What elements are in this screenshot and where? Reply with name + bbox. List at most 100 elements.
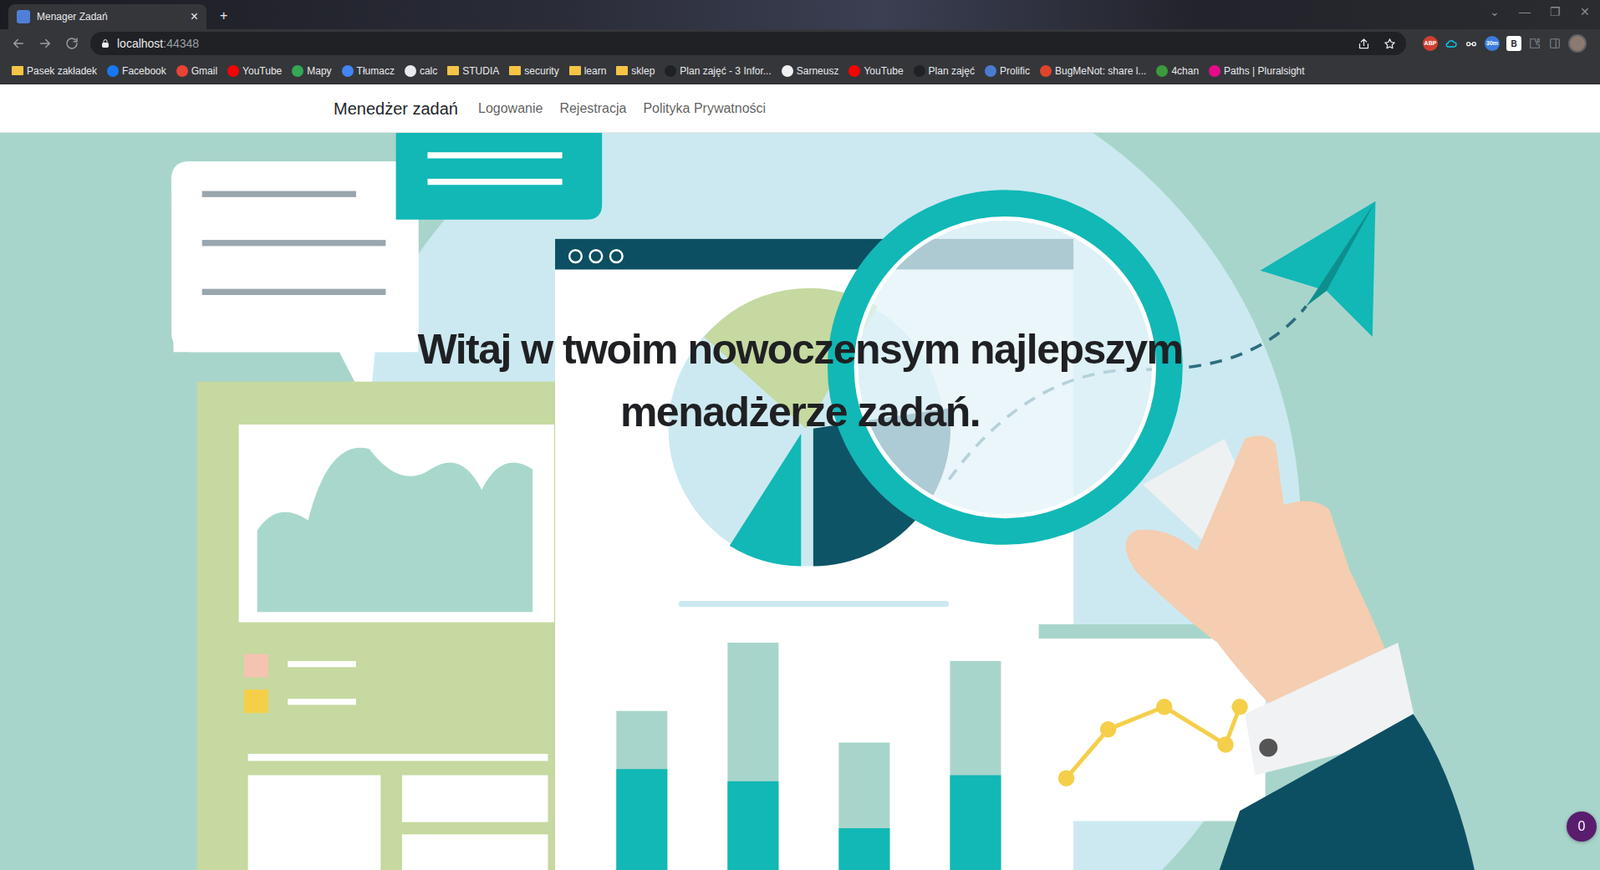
star-icon[interactable]	[1383, 37, 1397, 51]
window-control-button[interactable]: ❐	[1539, 3, 1570, 21]
hero-section: Witaj w twoim nowoczensym najlepszym men…	[0, 132, 1600, 870]
address-port: :44348	[163, 36, 199, 51]
extension-button[interactable]: 30m	[1484, 35, 1500, 51]
profile-avatar-icon[interactable]	[1568, 34, 1587, 53]
nav-item: Logowanie	[471, 91, 550, 126]
bookmark-item[interactable]: Pasek zakładek	[11, 63, 97, 79]
site-favicon-icon	[404, 65, 417, 77]
nav-item: Rejestracja	[552, 91, 633, 126]
bookmark-item[interactable]: Mapy	[291, 63, 332, 79]
hero-illustration	[0, 132, 1600, 870]
bookmark-label: Facebook	[122, 63, 167, 79]
folder-icon	[569, 66, 581, 76]
tab-title: Menager Zadań	[36, 9, 184, 25]
bookmark-item[interactable]: 4chan	[1156, 63, 1199, 79]
folder-icon	[509, 66, 521, 76]
brand-link[interactable]: Menedżer zadań	[333, 91, 459, 126]
bookmark-label: calc	[419, 63, 438, 79]
back-icon[interactable]	[6, 31, 31, 56]
bookmark-label: BugMeNot: share l...	[1054, 63, 1147, 79]
bookmark-item[interactable]: Prolific	[984, 63, 1030, 79]
bookmark-item[interactable]: BugMeNot: share l...	[1039, 63, 1147, 79]
window-control-button[interactable]: —	[1509, 3, 1540, 21]
site-favicon-icon	[227, 65, 240, 77]
nav-link[interactable]: Polityka Prywatności	[636, 91, 773, 126]
bookmark-label: Prolific	[999, 63, 1030, 79]
tab-strip: Menager Zadań × + ⌄—❐✕	[0, 0, 1600, 30]
extensions: ABP 30m B	[1422, 34, 1587, 53]
app-navbar: Menedżer zadań LogowanieRejestracjaPolity…	[0, 84, 1600, 133]
bookmark-item[interactable]: learn	[569, 63, 607, 79]
bookmark-label: sklep	[631, 63, 655, 79]
cloud-icon[interactable]	[1444, 36, 1458, 51]
bookmark-item[interactable]: sklep	[616, 63, 655, 79]
browser-tab[interactable]: Menager Zadań ×	[8, 4, 207, 30]
bookmark-item[interactable]: Plan zajęć - 3 Infor...	[664, 63, 771, 79]
folder-icon	[11, 66, 24, 76]
sidepanel-icon[interactable]	[1548, 36, 1562, 51]
forward-icon[interactable]	[33, 31, 57, 56]
window-controls: ⌄—❐✕	[1479, 0, 1600, 21]
bookmark-item[interactable]: YouTube	[848, 63, 903, 79]
address-bar[interactable]: localhost:44348	[90, 31, 1407, 56]
folder-icon	[447, 66, 459, 76]
site-favicon-icon	[176, 65, 189, 77]
bookmark-item[interactable]: Gmail	[176, 63, 218, 79]
notification-badge[interactable]: 0	[1566, 811, 1597, 842]
bookmark-item[interactable]: Sarneusz	[781, 63, 840, 79]
bookmark-label: YouTube	[863, 63, 903, 79]
site-favicon-icon	[664, 65, 677, 77]
window-control-button[interactable]: ⌄	[1479, 3, 1510, 21]
reload-icon[interactable]	[60, 31, 84, 56]
bookmark-label: learn	[584, 63, 607, 79]
nav-link[interactable]: Rejestracja	[552, 91, 633, 126]
site-favicon-icon	[107, 65, 119, 77]
site-favicon-icon	[341, 65, 354, 77]
new-tab-button[interactable]: +	[219, 9, 228, 23]
bookmark-label: Plan zajęć	[928, 63, 975, 79]
nav-links: LogowanieRejestracjaPolityka Prywatności	[471, 91, 773, 126]
address-actions	[1357, 37, 1397, 51]
glasses-icon[interactable]	[1464, 36, 1478, 51]
site-favicon-icon	[291, 65, 304, 77]
site-favicon-icon	[1039, 65, 1052, 77]
extension-button[interactable]: B	[1506, 35, 1522, 51]
bookmark-item[interactable]: STUDIA	[447, 63, 500, 79]
folder-icon	[616, 66, 628, 76]
puzzle-icon[interactable]	[1528, 36, 1542, 51]
site-favicon-icon	[984, 65, 997, 77]
window-control-button[interactable]: ✕	[1569, 3, 1600, 21]
nav-link[interactable]: Logowanie	[471, 91, 550, 126]
bookmark-item[interactable]: Plan zajęć	[913, 63, 975, 79]
site-favicon-icon	[1156, 65, 1168, 77]
bookmark-item[interactable]: calc	[404, 63, 438, 79]
bookmark-item[interactable]: security	[509, 63, 559, 79]
bookmark-item[interactable]: Paths | Pluralsight	[1208, 63, 1305, 79]
hero-container: Witaj w twoim nowoczensym najlepszym men…	[323, 132, 1277, 444]
bookmark-label: security	[524, 63, 559, 79]
nav-item: Polityka Prywatności	[636, 91, 773, 126]
site-favicon-icon	[1208, 65, 1221, 77]
site-favicon-icon	[781, 65, 794, 77]
bookmark-label: YouTube	[242, 63, 282, 79]
bookmark-label: Tłumacz	[356, 63, 395, 79]
bookmark-label: Sarneusz	[796, 63, 840, 79]
bookmark-label: Pasek zakładek	[26, 63, 97, 79]
hero-heading: Witaj w twoim nowoczensym najlepszym men…	[333, 132, 1267, 444]
bookmark-label: 4chan	[1171, 63, 1199, 79]
bookmark-item[interactable]: YouTube	[227, 63, 282, 79]
close-tab-button[interactable]: ×	[190, 10, 199, 24]
address-text: localhost:44348	[117, 35, 199, 53]
bookmark-item[interactable]: Facebook	[107, 63, 167, 79]
bookmark-item[interactable]: Tłumacz	[341, 63, 395, 79]
favicon-icon	[16, 10, 31, 24]
bookmark-label: Plan zajęć - 3 Infor...	[679, 63, 771, 79]
bookmark-label: STUDIA	[462, 63, 500, 79]
share-icon[interactable]	[1357, 37, 1371, 51]
navbar-container: Menedżer zadań LogowanieRejestracjaPolity…	[323, 91, 1277, 126]
bookmark-label: Gmail	[191, 63, 218, 79]
bookmark-label: Paths | Pluralsight	[1223, 63, 1305, 79]
bookmark-label: Mapy	[306, 63, 332, 79]
extension-button[interactable]: ABP	[1422, 35, 1438, 51]
bookmarks-bar: Pasek zakładek Facebook Gmail YouTube Mapy Tł…	[0, 57, 1600, 85]
